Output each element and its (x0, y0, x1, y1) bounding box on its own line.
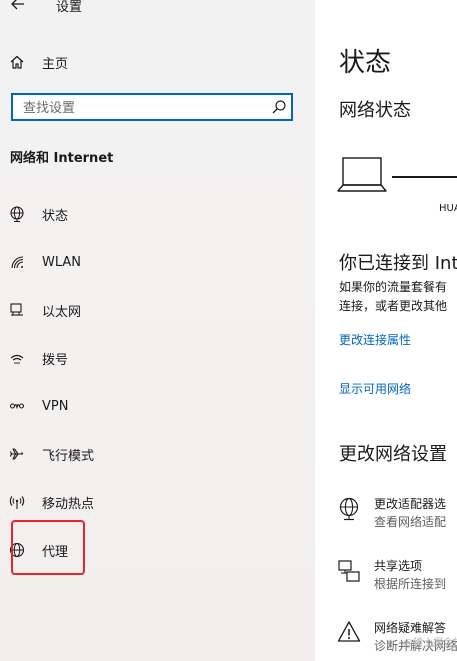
change-connection-properties-link[interactable]: 更改连接属性 (339, 331, 411, 348)
app-title: 设置 (56, 0, 83, 15)
nav-item-ethernet[interactable]: 以太网 (0, 292, 300, 328)
option-sharing-desc: 根据所连接到 (374, 577, 447, 591)
proxy-globe-icon (8, 541, 26, 559)
back-arrow-icon[interactable] (7, 0, 29, 15)
nav-item-label: 代理 (42, 544, 69, 560)
laptop-icon (337, 157, 387, 192)
search-input[interactable] (21, 97, 265, 119)
search-icon[interactable] (271, 99, 287, 115)
nav-item-label: 状态 (42, 208, 69, 224)
nav-item-label: 以太网 (42, 304, 82, 320)
wifi-icon (8, 253, 26, 271)
nav-item-label: 移动热点 (42, 496, 95, 512)
globe-status-icon (8, 205, 26, 223)
search-box[interactable] (11, 93, 293, 121)
nav-item-proxy[interactable]: 代理 (0, 532, 300, 568)
nav-item-wlan[interactable]: WLAN (0, 244, 300, 280)
nav-item-status[interactable]: 状态 (0, 196, 300, 232)
option-adapter-title[interactable]: 更改适配器选 (374, 495, 446, 512)
adapter-icon[interactable] (337, 497, 361, 521)
device-name: HUA (439, 203, 457, 214)
connected-description-line2: 连接，或者更改其他 (339, 299, 448, 313)
vpn-icon (8, 397, 26, 415)
connected-description-line1: 如果你的流量套餐有 (339, 280, 448, 294)
connected-heading: 你已连接到 Int (339, 253, 457, 274)
content-pane: 状态 网络状态 HUA 你已连接到 Int 如果你的流量套餐有 连接，或者更改其… (315, 0, 457, 661)
network-status-heading: 网络状态 (339, 100, 411, 121)
nav-home-label: 主页 (42, 56, 69, 72)
option-adapter-desc: 查看网络适配 (374, 515, 447, 529)
nav-item-home[interactable]: 主页 (0, 44, 300, 80)
nav-item-label: WLAN (42, 254, 82, 270)
airplane-icon (8, 445, 26, 463)
change-network-settings-heading: 更改网络设置 (339, 444, 447, 465)
nav-item-hotspot[interactable]: 移动热点 (0, 484, 300, 520)
home-icon (8, 53, 26, 71)
title-bar: 设置 (0, 0, 315, 20)
page-title: 状态 (339, 48, 392, 78)
settings-window: 设置 主页 网络和 Internet (0, 0, 457, 661)
nav-item-dialup[interactable]: 拨号 (0, 340, 300, 376)
hotspot-icon (8, 493, 26, 511)
watermark: @稀土掘金技术社区 (403, 638, 457, 649)
nav-item-label: 飞行模式 (42, 448, 95, 464)
nav-item-label: VPN (42, 398, 69, 414)
section-heading: 网络和 Internet (10, 151, 114, 166)
dialup-icon (8, 349, 26, 367)
option-sharing-title[interactable]: 共享选项 (374, 557, 422, 574)
nav-item-airplane[interactable]: 飞行模式 (0, 436, 300, 472)
sharing-icon[interactable] (337, 559, 361, 583)
ethernet-icon (8, 301, 26, 319)
network-connection-line (392, 176, 457, 178)
nav-item-label: 拨号 (42, 352, 69, 368)
show-available-networks-link[interactable]: 显示可用网络 (339, 380, 411, 397)
nav-pane: 设置 主页 网络和 Internet (0, 0, 315, 661)
nav-item-vpn[interactable]: VPN (0, 388, 300, 424)
troubleshoot-warning-icon[interactable] (337, 620, 361, 644)
